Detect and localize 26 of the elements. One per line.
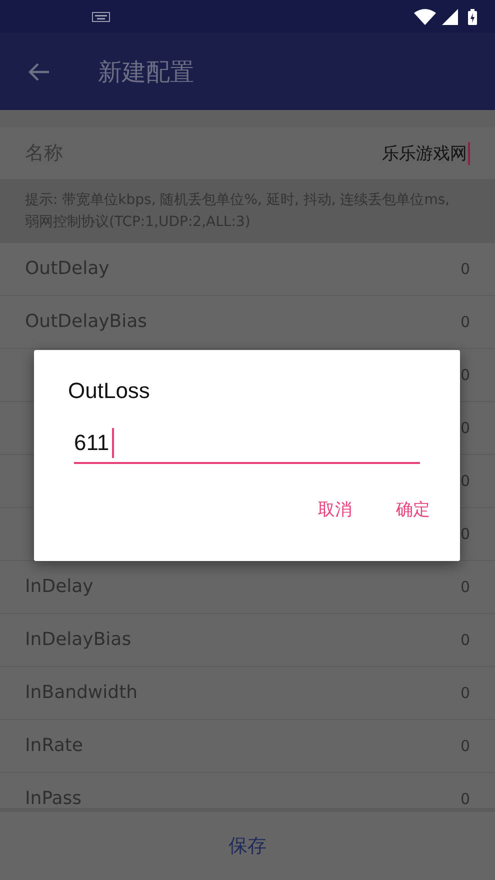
setting-label[interactable]: InDelay [25,576,94,597]
input-field[interactable]: 611 [74,424,420,464]
setting-value: 0 [460,578,470,596]
setting-value: 0 [460,737,470,755]
setting-label[interactable]: InRate [25,735,83,756]
setting-label[interactable]: InPass [25,788,82,808]
back-arrow-icon[interactable] [28,62,50,82]
confirm-button[interactable]: 确定 [386,492,440,527]
name-value: 乐乐游戏网 [382,142,470,164]
keyboard-icon [92,12,110,22]
save-button[interactable]: 保存 [218,829,276,863]
setting-label[interactable]: OutDelay [25,258,110,279]
setting-value: 0 [460,260,470,278]
screen-title: 新建配置 [98,56,194,88]
wifi-icon [414,8,436,24]
setting-label[interactable]: InBandwidth [25,682,138,703]
battery-icon [468,8,477,24]
setting-value: 0 [460,631,470,649]
cancel-button[interactable]: 取消 [308,492,362,527]
setting-label[interactable]: OutDelayBias [25,311,148,332]
setting-value: 0 [460,790,470,808]
setting-value: 0 [460,684,470,702]
setting-label[interactable]: InDelayBias [25,629,132,650]
dialog-title: OutLoss [68,378,151,404]
signal-icon [442,8,458,24]
setting-value: 0 [460,313,470,331]
